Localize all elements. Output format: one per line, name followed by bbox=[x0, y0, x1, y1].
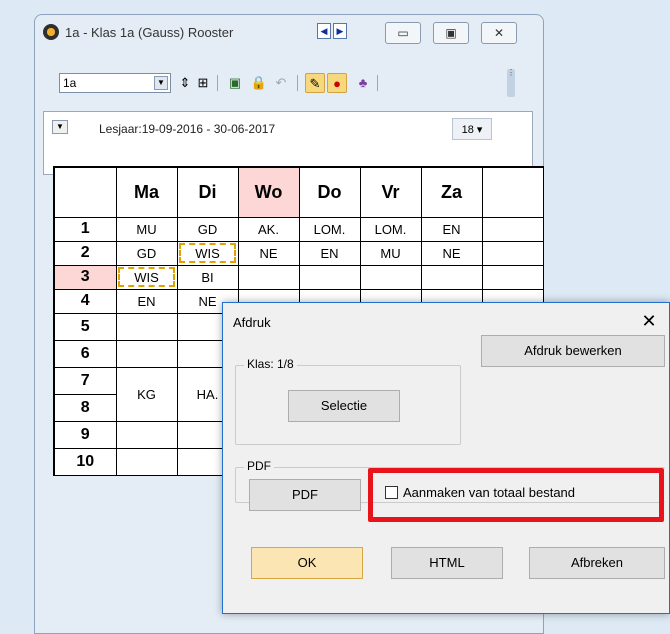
day-header[interactable]: Za bbox=[420, 166, 483, 218]
ok-button[interactable]: OK bbox=[251, 547, 363, 579]
expand-toggle-icon[interactable]: ▼ bbox=[52, 120, 68, 134]
prev-icon[interactable]: ◀ bbox=[317, 23, 331, 39]
lesson-cell-selected[interactable]: WIS bbox=[115, 264, 178, 290]
clock-app-icon bbox=[43, 24, 59, 40]
search-icon[interactable]: ● bbox=[327, 73, 347, 93]
day-header-highlighted[interactable]: Wo bbox=[237, 166, 300, 218]
tree-icon[interactable]: ♣ bbox=[353, 73, 373, 93]
grid-filler bbox=[481, 216, 544, 242]
lesson-cell[interactable] bbox=[115, 312, 178, 341]
period-number: 6 bbox=[53, 339, 117, 368]
lock-icon[interactable]: 🔒 bbox=[249, 73, 269, 93]
period-number: 4 bbox=[53, 288, 117, 314]
table-row: 2 GD WIS NE EN MU NE bbox=[53, 240, 544, 266]
period-number-highlighted: 3 bbox=[53, 264, 117, 290]
grid-corner bbox=[53, 166, 117, 218]
class-select-value: 1a bbox=[63, 76, 77, 90]
period-number: 2 bbox=[53, 240, 117, 266]
lesson-cell[interactable]: MU bbox=[359, 240, 422, 266]
toolbar-separator bbox=[217, 75, 218, 91]
lesson-cell[interactable]: NE bbox=[420, 240, 483, 266]
spin-icon[interactable]: ⇕ bbox=[175, 73, 195, 93]
afbreken-button[interactable]: Afbreken bbox=[529, 547, 665, 579]
day-header[interactable]: Di bbox=[176, 166, 239, 218]
lesson-cell[interactable] bbox=[115, 420, 178, 449]
grid-icon[interactable]: ⊞ bbox=[193, 73, 213, 93]
toolbar-separator bbox=[297, 75, 298, 91]
chevron-down-icon[interactable]: ▼ bbox=[154, 76, 168, 90]
minimize-button[interactable]: ▭ bbox=[385, 22, 421, 44]
maximize-button[interactable]: ▣ bbox=[433, 22, 469, 44]
day-header[interactable]: Vr bbox=[359, 166, 422, 218]
lesson-cell[interactable] bbox=[237, 264, 300, 290]
period-number: 10 bbox=[53, 447, 117, 476]
grid-filler bbox=[481, 264, 544, 290]
school-year-text: Lesjaar:19-09-2016 - 30-06-2017 bbox=[99, 122, 276, 136]
close-window-button[interactable]: ✕ bbox=[481, 22, 517, 44]
grid-filler bbox=[481, 240, 544, 266]
lesson-cell[interactable]: EN bbox=[298, 240, 361, 266]
html-button[interactable]: HTML bbox=[391, 547, 503, 579]
day-header[interactable]: Do bbox=[298, 166, 361, 218]
lesson-cell[interactable] bbox=[298, 264, 361, 290]
class-select[interactable]: 1a ▼ bbox=[59, 73, 171, 93]
period-number: 5 bbox=[53, 312, 117, 341]
period-number: 7 bbox=[53, 366, 117, 395]
calendar-icon[interactable]: 18 ▾ bbox=[452, 118, 492, 140]
close-icon[interactable]: ✕ bbox=[637, 309, 661, 333]
palette-icon[interactable]: ✎ bbox=[305, 73, 325, 93]
calendar-label: 18 bbox=[461, 124, 474, 136]
afdruk-bewerken-button[interactable]: Afdruk bewerken bbox=[481, 335, 665, 367]
lesson-cell[interactable] bbox=[420, 264, 483, 290]
lesson-cell[interactable]: EN bbox=[420, 216, 483, 242]
day-header[interactable]: Ma bbox=[115, 166, 178, 218]
toolbar-grip-icon[interactable]: ⋮ bbox=[507, 69, 515, 97]
lesson-cell[interactable]: GD bbox=[115, 240, 178, 266]
klas-group: Klas: 1/8 Selectie bbox=[235, 357, 461, 445]
table-row: 3 WIS BI bbox=[53, 264, 544, 290]
undo-icon[interactable]: ↶ bbox=[271, 73, 291, 93]
next-icon[interactable]: ▶ bbox=[333, 23, 347, 39]
header-row: Ma Di Wo Do Vr Za bbox=[53, 166, 544, 218]
print-dialog: Afdruk ✕ Klas: 1/8 Selectie Afdruk bewer… bbox=[222, 302, 670, 614]
period-number: 9 bbox=[53, 420, 117, 449]
lesson-cell[interactable] bbox=[115, 447, 178, 476]
lesson-cell[interactable]: KG bbox=[115, 366, 178, 422]
lesson-cell-selected[interactable]: WIS bbox=[176, 240, 239, 266]
lesson-cell[interactable]: AK. bbox=[237, 216, 300, 242]
toolbar-separator bbox=[377, 75, 378, 91]
pdf-button[interactable]: PDF bbox=[249, 479, 361, 511]
export-icon[interactable]: ▣ bbox=[225, 73, 245, 93]
lesson-cell[interactable]: LOM. bbox=[359, 216, 422, 242]
dialog-title: Afdruk bbox=[233, 315, 271, 330]
lesson-cell[interactable]: LOM. bbox=[298, 216, 361, 242]
selectie-button[interactable]: Selectie bbox=[288, 390, 400, 422]
klas-group-label: Klas: 1/8 bbox=[244, 357, 297, 371]
period-number: 1 bbox=[53, 216, 117, 242]
period-number: 8 bbox=[53, 393, 117, 422]
lesson-cell[interactable]: MU bbox=[115, 216, 178, 242]
pdf-group-label: PDF bbox=[244, 459, 274, 473]
lesson-cell[interactable] bbox=[359, 264, 422, 290]
lesson-cell[interactable]: BI bbox=[176, 264, 239, 290]
lesson-cell[interactable]: GD bbox=[176, 216, 239, 242]
table-row: 1 MU GD AK. LOM. LOM. EN bbox=[53, 216, 544, 242]
annotation-highlight-frame bbox=[368, 468, 664, 522]
grid-filler bbox=[481, 166, 544, 218]
window-title: 1a - Klas 1a (Gauss) Rooster bbox=[65, 25, 234, 40]
lesson-cell[interactable] bbox=[115, 339, 178, 368]
toolbar: 1a ▼ ⇕ ⊞ ▣ 🔒 ↶ ✎ ● ♣ ⋮ bbox=[59, 69, 535, 99]
lesson-cell[interactable]: EN bbox=[115, 288, 178, 314]
window-titlebar[interactable]: 1a - Klas 1a (Gauss) Rooster ◀ ▶ ▭ ▣ ✕ bbox=[35, 15, 543, 51]
lesson-cell[interactable]: NE bbox=[237, 240, 300, 266]
